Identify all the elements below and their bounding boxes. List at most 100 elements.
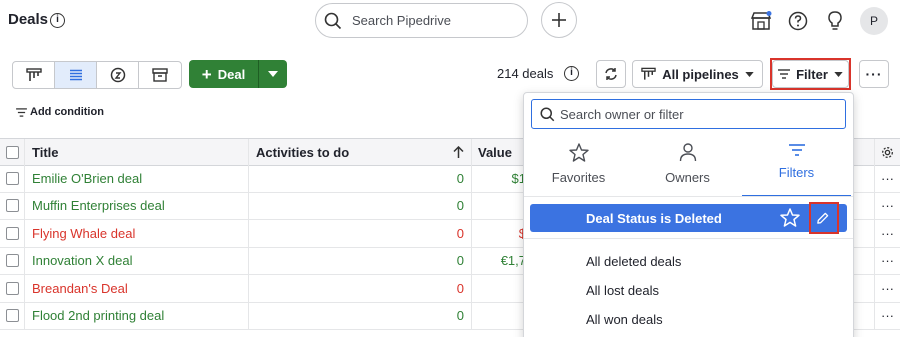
row-checkbox[interactable] xyxy=(0,275,24,302)
activities-count: 0 xyxy=(248,192,471,219)
help-icon[interactable] xyxy=(786,9,810,33)
filter-button-highlight xyxy=(770,58,851,90)
activities-count: 0 xyxy=(248,275,471,302)
add-condition-button[interactable]: Add condition xyxy=(16,106,104,118)
pipeline-icon xyxy=(25,68,42,81)
deal-value: €1,7 xyxy=(471,247,526,274)
pipeline-icon xyxy=(641,67,656,80)
tab-favorites-label: Favorites xyxy=(551,170,606,185)
activities-count: 0 xyxy=(248,165,471,192)
edit-button-highlight xyxy=(809,202,839,234)
info-icon[interactable]: i xyxy=(564,66,579,81)
filter-icon xyxy=(16,107,27,117)
deal-title-link[interactable]: Flying Whale deal xyxy=(24,220,248,247)
deal-title-link[interactable]: Emilie O'Brien deal xyxy=(24,165,248,192)
activities-count: 0 xyxy=(248,220,471,247)
deal-title-link[interactable]: Breandan's Deal xyxy=(24,275,248,302)
deal-title-link[interactable]: Innovation X deal xyxy=(24,247,248,274)
marketplace-icon[interactable] xyxy=(749,9,773,33)
tab-favorites[interactable]: Favorites xyxy=(524,139,633,197)
deal-value xyxy=(471,275,526,302)
sort-ascending-icon xyxy=(453,146,464,158)
pipeline-view-button[interactable] xyxy=(13,62,55,88)
selected-filter-item[interactable]: Deal Status is Deleted xyxy=(530,202,847,234)
info-icon[interactable]: i xyxy=(50,13,65,28)
deal-count: 214 deals xyxy=(497,66,554,81)
tab-filters[interactable]: Filters xyxy=(742,139,851,197)
column-header-value[interactable]: Value xyxy=(471,139,526,165)
row-more-button[interactable]: ··· xyxy=(874,247,900,274)
filter-search-input[interactable]: Search owner or filter xyxy=(531,99,846,129)
lightbulb-icon[interactable] xyxy=(823,9,847,33)
global-search[interactable]: Search Pipedrive xyxy=(315,3,528,38)
filter-dropdown: Search owner or filter Favorites Owners … xyxy=(523,92,854,337)
tab-owners-label: Owners xyxy=(665,170,710,185)
activities-count: 0 xyxy=(248,247,471,274)
more-icon: ··· xyxy=(865,66,883,82)
tab-filters-label: Filters xyxy=(778,165,815,180)
row-more-button[interactable]: ··· xyxy=(874,165,900,192)
column-header-activities[interactable]: Activities to do xyxy=(248,139,471,165)
add-deal-dropdown-toggle[interactable] xyxy=(258,60,287,88)
caret-down-icon xyxy=(745,71,754,77)
row-checkbox[interactable] xyxy=(0,165,24,192)
selected-filter-label: Deal Status is Deleted xyxy=(586,211,722,226)
select-all-checkbox[interactable] xyxy=(0,139,24,165)
page-title: Deals xyxy=(8,11,49,28)
row-more-button[interactable]: ··· xyxy=(874,192,900,219)
gear-icon xyxy=(882,146,893,158)
filter-item[interactable]: All won deals xyxy=(586,312,663,327)
row-more-button[interactable]: ··· xyxy=(874,220,900,247)
list-view-button[interactable] xyxy=(55,62,97,88)
pipeline-select-label: All pipelines xyxy=(662,66,739,82)
tab-owners[interactable]: Owners xyxy=(633,139,742,197)
add-deal-button-group: + Deal xyxy=(189,60,287,88)
quick-add-button[interactable] xyxy=(541,2,577,38)
forecast-icon xyxy=(110,67,125,83)
pipeline-select[interactable]: All pipelines xyxy=(632,60,763,88)
deal-value xyxy=(471,192,526,219)
deal-title-link[interactable]: Flood 2nd printing deal xyxy=(24,302,248,329)
caret-down-icon xyxy=(268,71,278,77)
divider xyxy=(524,238,853,239)
filter-item[interactable]: All deleted deals xyxy=(586,254,681,269)
deal-value: $1 xyxy=(471,165,526,192)
divider xyxy=(524,196,853,197)
search-icon xyxy=(540,107,555,125)
person-icon xyxy=(679,143,696,162)
deal-value xyxy=(471,302,526,329)
row-checkbox[interactable] xyxy=(0,220,24,247)
filter-search-placeholder: Search owner or filter xyxy=(560,107,684,122)
add-deal-label: Deal xyxy=(217,66,246,82)
column-header-activities-label: Activities to do xyxy=(256,144,350,160)
list-icon xyxy=(69,69,82,81)
row-checkbox[interactable] xyxy=(0,193,24,220)
add-condition-label: Add condition xyxy=(30,106,104,118)
forecast-view-button[interactable] xyxy=(97,62,139,88)
refresh-icon xyxy=(605,68,617,80)
column-header-title[interactable]: Title xyxy=(24,139,248,165)
plus-icon xyxy=(552,13,566,27)
column-settings-button[interactable] xyxy=(874,139,900,165)
view-switcher xyxy=(12,61,182,89)
deal-title-link[interactable]: Muffin Enterprises deal xyxy=(24,192,248,219)
favorite-star-icon[interactable] xyxy=(780,208,800,230)
filter-item[interactable]: All lost deals xyxy=(586,283,659,298)
add-deal-button[interactable]: + Deal xyxy=(189,60,258,88)
plus-icon: + xyxy=(201,64,212,84)
filter-icon xyxy=(788,144,805,156)
row-more-button[interactable]: ··· xyxy=(874,302,900,329)
avatar[interactable]: P xyxy=(860,7,888,35)
search-input[interactable]: Search Pipedrive xyxy=(352,13,451,28)
row-checkbox[interactable] xyxy=(0,303,24,330)
star-icon xyxy=(568,143,589,162)
refresh-button[interactable] xyxy=(596,60,626,88)
row-more-button[interactable]: ··· xyxy=(874,275,900,302)
more-options-button[interactable]: ··· xyxy=(859,60,889,88)
deal-value: $ xyxy=(471,220,526,247)
row-checkbox[interactable] xyxy=(0,248,24,275)
archive-view-button[interactable] xyxy=(139,62,181,88)
activities-count: 0 xyxy=(248,302,471,329)
search-icon xyxy=(324,12,342,33)
archive-icon xyxy=(152,68,168,82)
